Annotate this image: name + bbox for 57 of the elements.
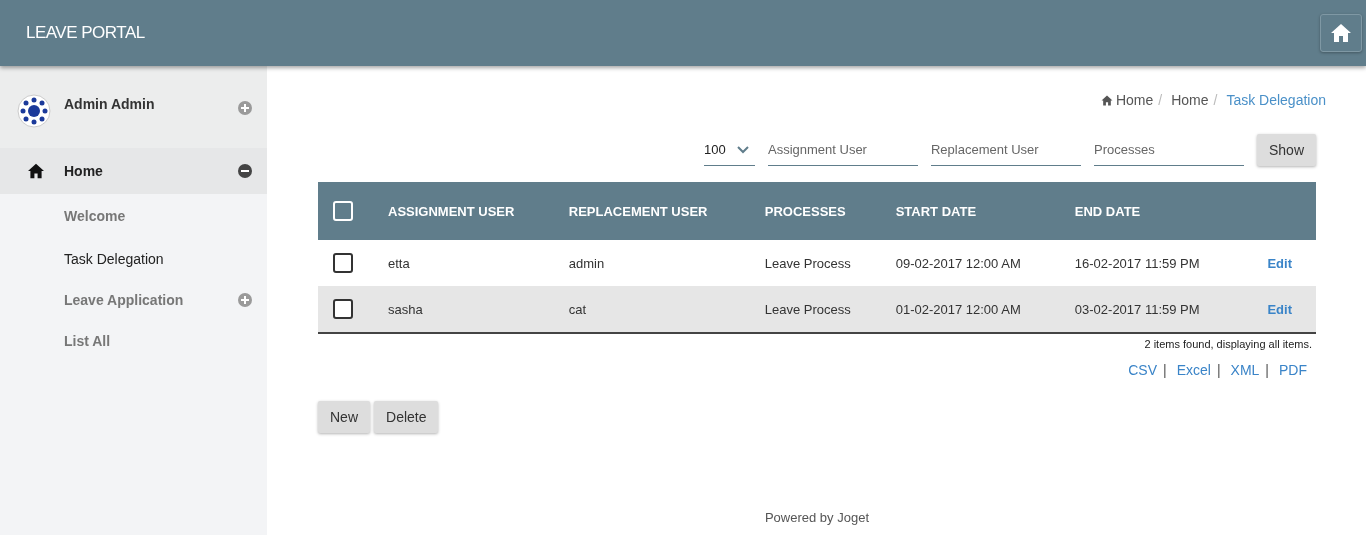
breadcrumb-separator: /: [1213, 92, 1218, 108]
row-checkbox[interactable]: [333, 299, 353, 319]
export-link[interactable]: CSV: [1128, 362, 1158, 378]
table-cell: Leave Process: [764, 255, 851, 271]
expand-toggle-icon[interactable]: [238, 292, 252, 307]
action-button[interactable]: Delete: [374, 401, 439, 433]
breadcrumb-current[interactable]: Task Delegation: [1226, 92, 1326, 108]
table-cell: sasha: [388, 301, 423, 317]
export-separator: |: [1265, 362, 1269, 378]
export-separator: |: [1216, 362, 1221, 378]
table-cell: Leave Process: [764, 301, 851, 317]
show-button[interactable]: Show: [1256, 134, 1316, 166]
column-header: REPLACEMENT USER: [558, 182, 755, 240]
action-button[interactable]: New: [318, 401, 370, 433]
submenu-item[interactable]: Welcome: [64, 208, 252, 224]
table-cell: 01-02-2017 12:00 AM: [895, 301, 1021, 317]
filter-field[interactable]: Processes: [1093, 134, 1244, 166]
home-icon: [1100, 94, 1113, 106]
edit-link[interactable]: Edit: [1267, 301, 1292, 317]
home-icon: [1330, 23, 1352, 43]
user-name[interactable]: Admin Admin: [64, 96, 238, 112]
home-button[interactable]: [1320, 14, 1362, 52]
avatar-icon: [17, 94, 51, 128]
table-cell: etta: [388, 255, 410, 271]
expand-toggle-icon[interactable]: [238, 164, 252, 178]
export-link[interactable]: Excel: [1176, 362, 1211, 378]
export-separator: |: [1163, 362, 1167, 378]
submenu-item[interactable]: Leave Application: [64, 291, 238, 308]
filter-field[interactable]: Replacement User: [930, 134, 1081, 166]
chevron-down-icon: [736, 145, 749, 154]
home-icon: [27, 163, 45, 179]
table-cell: admin: [568, 255, 605, 271]
submenu-item[interactable]: Task Delegation: [64, 250, 252, 267]
table-cell: 16-02-2017 11:59 PM: [1074, 255, 1200, 271]
app-title: LEAVE PORTAL: [26, 23, 145, 43]
select-all-checkbox[interactable]: [333, 201, 353, 221]
edit-link[interactable]: Edit: [1267, 255, 1292, 271]
footer-text: Powered by Joget: [764, 510, 870, 525]
row-checkbox[interactable]: [333, 253, 353, 273]
column-header: END DATE: [1064, 182, 1244, 240]
menu-item[interactable]: Home: [0, 148, 267, 194]
result-summary: 2 items found, displaying all items.: [1144, 338, 1312, 350]
page-size-select[interactable]: 100: [703, 134, 755, 166]
submenu-item[interactable]: List All: [64, 332, 252, 349]
export-link[interactable]: XML: [1230, 362, 1260, 378]
export-link[interactable]: PDF: [1279, 362, 1307, 378]
table-cell: cat: [568, 301, 587, 317]
table-cell: 03-02-2017 11:59 PM: [1074, 301, 1200, 317]
expand-toggle-icon[interactable]: [238, 101, 252, 115]
column-header: ASSIGNMENT USER: [378, 182, 559, 240]
column-header: START DATE: [885, 182, 1065, 240]
breadcrumb-link[interactable]: Home: [1171, 92, 1209, 108]
column-header: PROCESSES: [754, 182, 886, 240]
breadcrumb-link[interactable]: Home: [1115, 92, 1154, 108]
filter-field[interactable]: Assignment User: [767, 134, 918, 166]
breadcrumb-separator: /: [1158, 92, 1163, 108]
table-cell: 09-02-2017 12:00 AM: [895, 255, 1021, 271]
